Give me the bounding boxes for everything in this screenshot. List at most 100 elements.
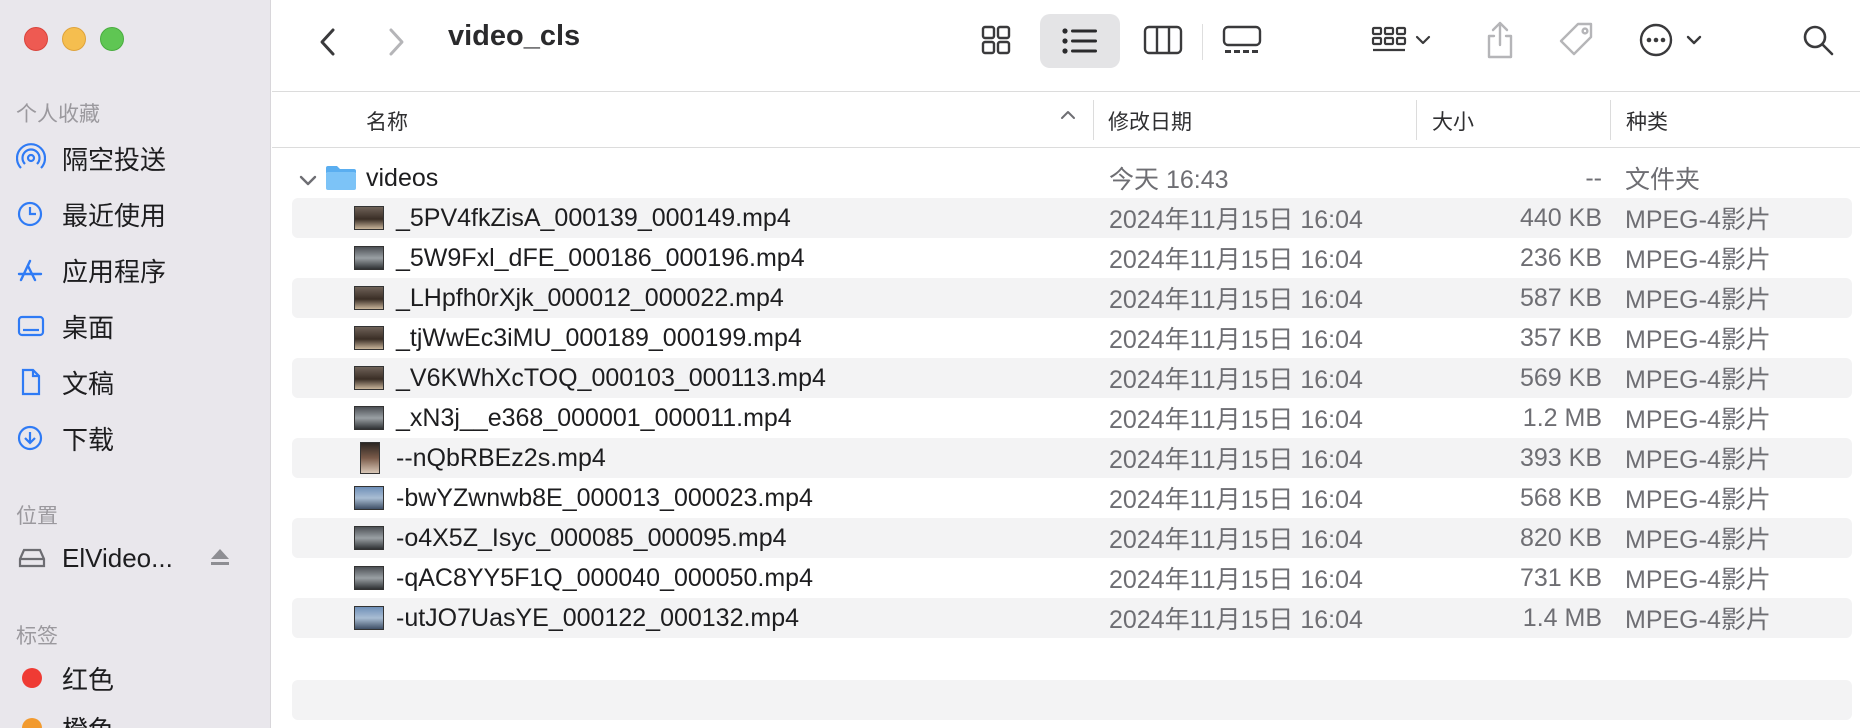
desktop-icon bbox=[16, 310, 56, 342]
file-size: -- bbox=[1585, 163, 1602, 192]
file-name: -qAC8YY5F1Q_000040_000050.mp4 bbox=[396, 563, 813, 592]
list-view-icon[interactable] bbox=[1040, 14, 1120, 68]
locations-section-title: 位置 bbox=[16, 505, 58, 528]
file-date: 2024年11月15日 16:04 bbox=[1109, 326, 1363, 354]
clock-icon bbox=[16, 198, 56, 230]
file-kind: MPEG-4影片 bbox=[1625, 206, 1771, 234]
back-icon[interactable] bbox=[308, 22, 348, 62]
file-name: _tjWwEc3iMU_000189_000199.mp4 bbox=[396, 323, 802, 352]
zoom-window-button[interactable] bbox=[100, 27, 124, 51]
video-thumbnail-icon bbox=[354, 246, 384, 270]
folder-row[interactable]: videos 今天 16:43 -- 文件夹 bbox=[292, 158, 1852, 198]
file-kind: MPEG-4影片 bbox=[1625, 486, 1771, 514]
group-icon[interactable] bbox=[1362, 14, 1442, 66]
file-date: 2024年11月15日 16:04 bbox=[1109, 606, 1363, 634]
chevron-down-icon[interactable] bbox=[298, 168, 318, 197]
column-view-icon[interactable] bbox=[1134, 14, 1192, 66]
table-row[interactable]: -o4X5Z_Isyc_000085_000095.mp4 2024年11月15… bbox=[292, 518, 1852, 558]
search-icon[interactable] bbox=[1796, 16, 1840, 64]
file-kind: MPEG-4影片 bbox=[1625, 606, 1771, 634]
sidebar-item-recents[interactable]: 最近使用 bbox=[16, 192, 261, 236]
table-row[interactable]: _5W9Fxl_dFE_000186_000196.mp4 2024年11月15… bbox=[292, 238, 1852, 278]
file-size: 1.4 MB bbox=[1522, 603, 1602, 632]
table-row[interactable]: -qAC8YY5F1Q_000040_000050.mp4 2024年11月15… bbox=[292, 558, 1852, 598]
close-window-button[interactable] bbox=[24, 27, 48, 51]
video-thumbnail-icon bbox=[360, 442, 380, 474]
gallery-view-icon[interactable] bbox=[1212, 14, 1272, 66]
table-row[interactable]: -utJO7UasYE_000122_000132.mp4 2024年11月15… bbox=[292, 598, 1852, 638]
file-kind: MPEG-4影片 bbox=[1625, 326, 1771, 354]
file-name: --nQbRBEz2s.mp4 bbox=[396, 443, 606, 472]
sidebar-item-downloads[interactable]: 下载 bbox=[16, 416, 261, 460]
file-size: 440 KB bbox=[1519, 203, 1602, 232]
table-row[interactable]: _LHpfh0rXjk_000012_000022.mp4 2024年11月15… bbox=[292, 278, 1852, 318]
file-list: videos 今天 16:43 -- 文件夹 _5PV4fkZisA_00013… bbox=[292, 158, 1852, 638]
video-thumbnail-icon bbox=[354, 566, 384, 590]
video-thumbnail-icon bbox=[354, 406, 384, 430]
tags-section-title: 标签 bbox=[16, 625, 58, 648]
more-icon[interactable] bbox=[1632, 14, 1714, 66]
sidebar: 个人收藏 隔空投送 最近使用 应用程序 桌面 文稿 下载 位置 ElVideo.… bbox=[0, 0, 271, 728]
sidebar-item-label: 文稿 bbox=[62, 368, 115, 399]
file-size: 568 KB bbox=[1519, 483, 1602, 512]
file-kind: MPEG-4影片 bbox=[1625, 406, 1771, 434]
sidebar-item-tag-red[interactable]: 红色 bbox=[16, 656, 261, 700]
red-tag-dot-icon bbox=[16, 662, 56, 694]
empty-row-stripe bbox=[292, 680, 1852, 720]
table-row[interactable]: -bwYZwnwb8E_000013_000023.mp4 2024年11月15… bbox=[292, 478, 1852, 518]
video-thumbnail-icon bbox=[354, 326, 384, 350]
sidebar-item-label: 红色 bbox=[62, 664, 115, 695]
file-date: 2024年11月15日 16:04 bbox=[1109, 526, 1363, 554]
file-date: 2024年11月15日 16:04 bbox=[1109, 206, 1363, 234]
sidebar-item-tag-orange[interactable]: 橙色 bbox=[16, 706, 261, 728]
video-thumbnail-icon bbox=[354, 606, 384, 630]
file-date: 2024年11月15日 16:04 bbox=[1109, 406, 1363, 434]
column-header-size[interactable]: 大小 bbox=[1432, 106, 1474, 136]
file-kind: MPEG-4影片 bbox=[1625, 366, 1771, 394]
sidebar-item-documents[interactable]: 文稿 bbox=[16, 360, 261, 404]
sidebar-item-volume[interactable]: ElVideo... bbox=[16, 536, 261, 580]
file-name: -bwYZwnwb8E_000013_000023.mp4 bbox=[396, 483, 813, 512]
file-name: -utJO7UasYE_000122_000132.mp4 bbox=[396, 603, 800, 632]
sidebar-item-desktop[interactable]: 桌面 bbox=[16, 304, 261, 348]
sort-ascending-icon[interactable] bbox=[1058, 104, 1078, 130]
file-size: 587 KB bbox=[1519, 283, 1602, 312]
window-title: video_cls bbox=[448, 20, 581, 52]
sidebar-item-applications[interactable]: 应用程序 bbox=[16, 248, 261, 292]
file-date: 2024年11月15日 16:04 bbox=[1109, 566, 1363, 594]
grid-view-icon[interactable] bbox=[969, 14, 1023, 66]
column-header-kind[interactable]: 种类 bbox=[1626, 106, 1668, 136]
column-header-date[interactable]: 修改日期 bbox=[1108, 106, 1192, 136]
file-name: _V6KWhXcTOQ_000103_000113.mp4 bbox=[396, 363, 826, 392]
eject-icon[interactable] bbox=[209, 543, 231, 574]
applications-icon bbox=[16, 254, 56, 286]
tag-icon[interactable] bbox=[1552, 14, 1602, 66]
table-row[interactable]: --nQbRBEz2s.mp4 2024年11月15日 16:04 393 KB… bbox=[292, 438, 1852, 478]
table-row[interactable]: _xN3j__e368_000001_000011.mp4 2024年11月15… bbox=[292, 398, 1852, 438]
file-name: _5PV4fkZisA_000139_000149.mp4 bbox=[396, 203, 791, 232]
window-controls bbox=[24, 27, 124, 51]
file-size: 731 KB bbox=[1519, 563, 1602, 592]
table-row[interactable]: _5PV4fkZisA_000139_000149.mp4 2024年11月15… bbox=[292, 198, 1852, 238]
minimize-window-button[interactable] bbox=[62, 27, 86, 51]
file-kind: MPEG-4影片 bbox=[1625, 526, 1771, 554]
column-headers: 名称 修改日期 大小 种类 bbox=[272, 92, 1860, 148]
video-thumbnail-icon bbox=[354, 286, 384, 310]
file-name: -o4X5Z_Isyc_000085_000095.mp4 bbox=[396, 523, 787, 552]
sidebar-item-airdrop[interactable]: 隔空投送 bbox=[16, 136, 261, 180]
favorites-section-title: 个人收藏 bbox=[16, 103, 100, 126]
sidebar-item-label: 下载 bbox=[62, 424, 115, 455]
file-date: 2024年11月15日 16:04 bbox=[1109, 446, 1363, 474]
table-row[interactable]: _tjWwEc3iMU_000189_000199.mp4 2024年11月15… bbox=[292, 318, 1852, 358]
file-size: 357 KB bbox=[1519, 323, 1602, 352]
video-thumbnail-icon bbox=[354, 526, 384, 550]
share-icon[interactable] bbox=[1478, 12, 1522, 68]
file-kind: MPEG-4影片 bbox=[1625, 286, 1771, 314]
file-size: 1.2 MB bbox=[1522, 403, 1602, 432]
file-kind: MPEG-4影片 bbox=[1625, 446, 1771, 474]
column-header-name[interactable]: 名称 bbox=[366, 106, 408, 136]
file-date: 2024年11月15日 16:04 bbox=[1109, 286, 1363, 314]
sidebar-item-label: 橙色 bbox=[62, 710, 114, 728]
table-row[interactable]: _V6KWhXcTOQ_000103_000113.mp4 2024年11月15… bbox=[292, 358, 1852, 398]
forward-icon[interactable] bbox=[376, 22, 416, 62]
